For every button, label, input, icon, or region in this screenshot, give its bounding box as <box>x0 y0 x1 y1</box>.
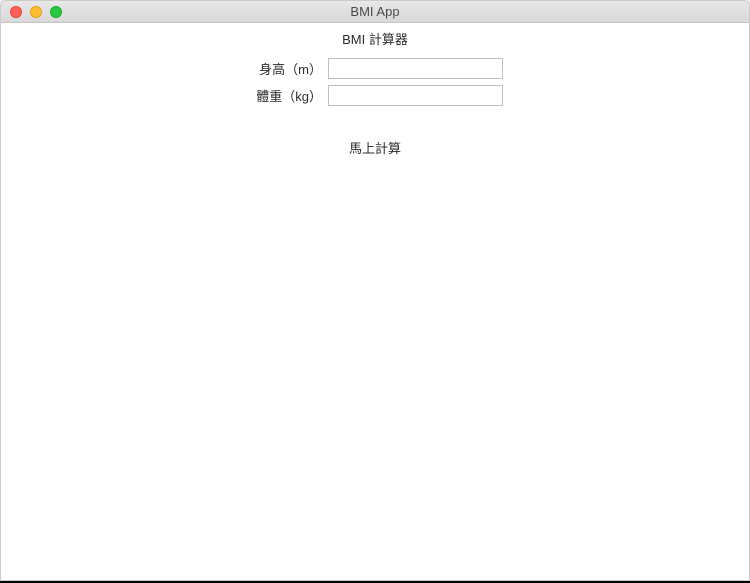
window-title: BMI App <box>1 4 749 19</box>
height-label: 身高（m） <box>247 59 322 78</box>
content-area: BMI 計算器 身高（m） 體重（kg） 馬上計算 <box>1 23 749 159</box>
titlebar: BMI App <box>1 1 749 23</box>
height-row: 身高（m） <box>1 58 749 79</box>
weight-row: 體重（kg） <box>1 85 749 106</box>
weight-label: 體重（kg） <box>247 86 322 105</box>
minimize-icon[interactable] <box>30 6 42 18</box>
height-input[interactable] <box>328 58 503 79</box>
maximize-icon[interactable] <box>50 6 62 18</box>
app-heading: BMI 計算器 <box>1 29 749 48</box>
app-window: BMI App BMI 計算器 身高（m） 體重（kg） 馬上計算 <box>0 0 750 581</box>
weight-input[interactable] <box>328 85 503 106</box>
traffic-lights <box>1 6 62 18</box>
close-icon[interactable] <box>10 6 22 18</box>
calculate-button[interactable]: 馬上計算 <box>343 136 407 159</box>
